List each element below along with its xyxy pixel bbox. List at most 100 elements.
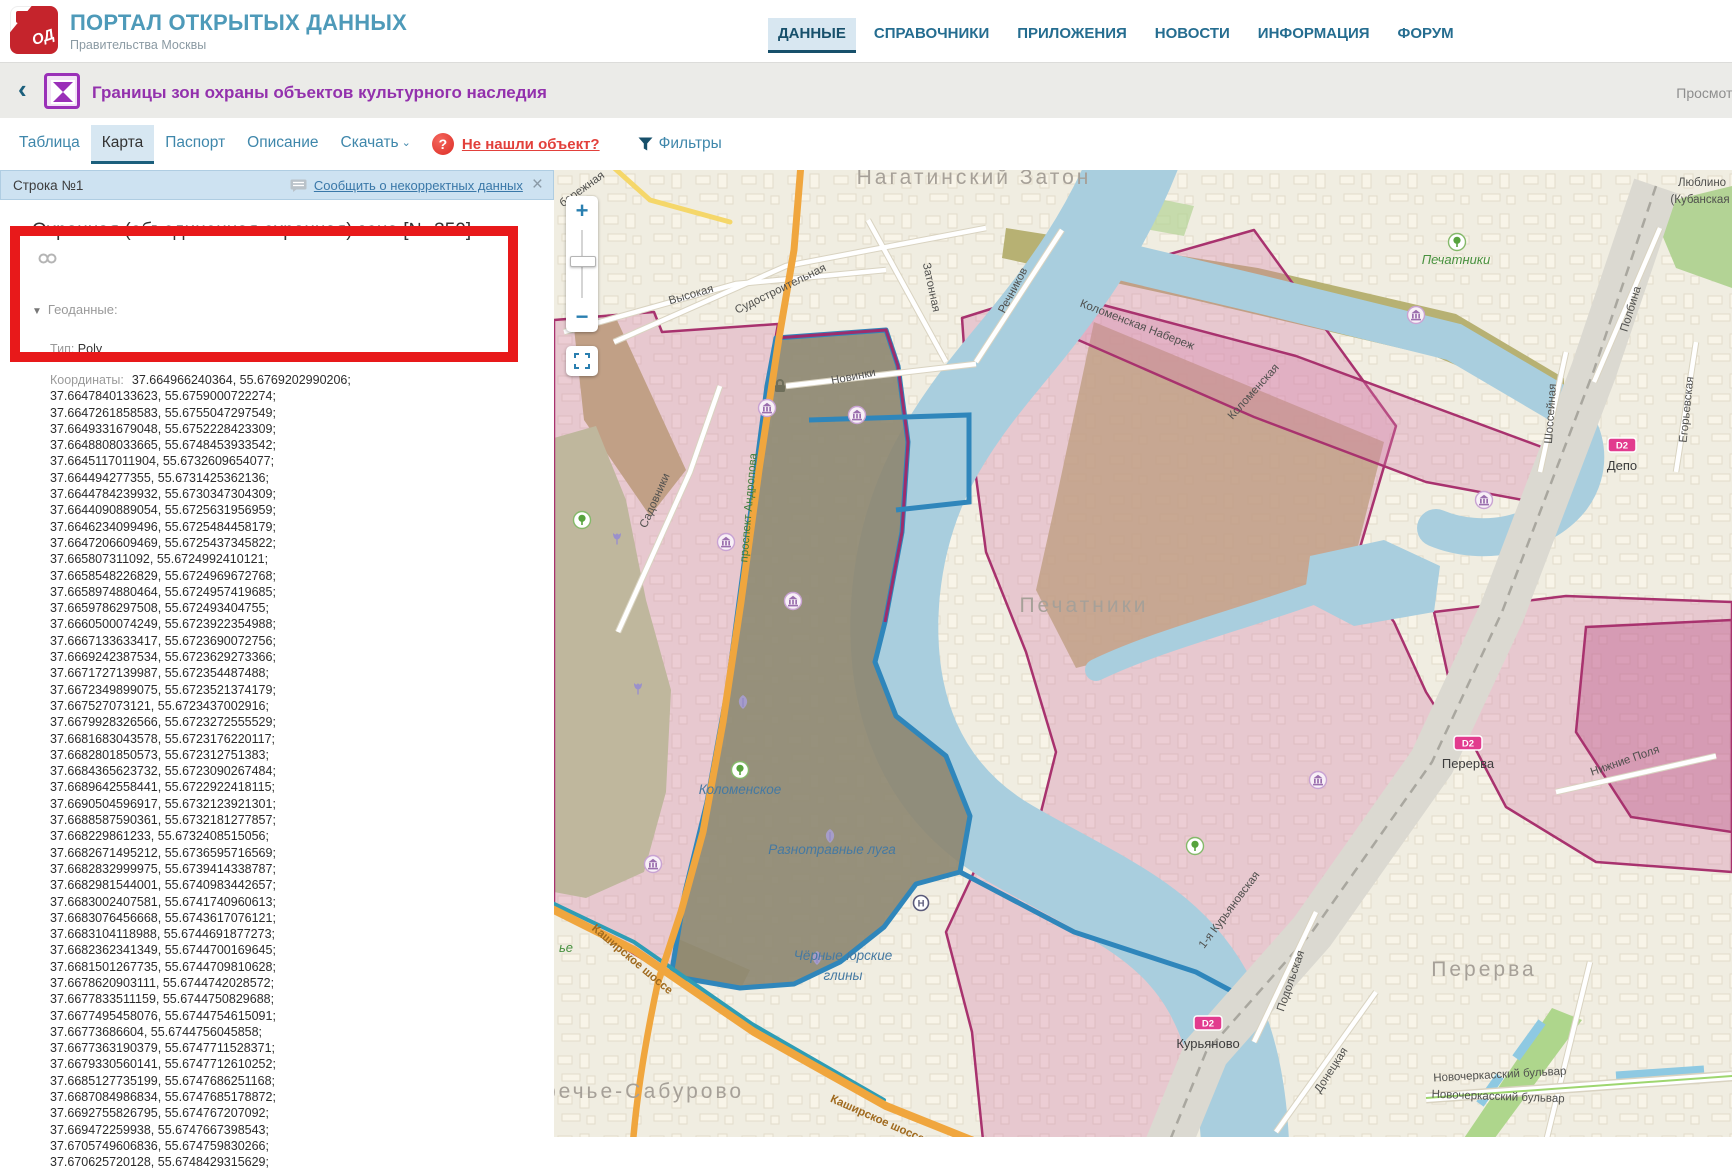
coordinate-line: 37.6682801850573, 55.672312751383; <box>50 747 480 763</box>
coordinate-line: 37.6647840133623, 55.6759000722274; <box>50 388 480 404</box>
coordinate-line: 37.6645117011904, 55.6732609654077; <box>50 453 480 469</box>
coordinate-line: 37.66773686604, 55.6744756045858; <box>50 1024 480 1040</box>
logo-abbr: ОД <box>30 26 56 49</box>
coordinate-line: 37.6678620903111, 55.6744742028572; <box>50 975 480 991</box>
coordinate-line: 37.6683076456668, 55.6743617076121; <box>50 910 480 926</box>
map-nature-label: Чёрные юрские <box>794 948 893 963</box>
tab[interactable]: Скачать ⌄ <box>330 125 422 164</box>
fullscreen-button[interactable] <box>566 346 598 376</box>
map-nature-label: глины <box>824 968 863 983</box>
coordinate-line: 37.6679330560141, 55.6747712610252; <box>50 1056 480 1072</box>
record-title: Охранная (объединенная охранная) зона [№… <box>32 218 472 272</box>
geodata-label: Геоданные: <box>48 302 118 317</box>
coordinate-line: 37.6682671495212, 55.6736595716569; <box>50 845 480 861</box>
geodata-toggle[interactable]: ▼Геоданные: <box>32 302 118 317</box>
zoom-out-button[interactable]: − <box>566 302 598 332</box>
map-canvas[interactable]: H <box>554 170 1732 1137</box>
tab[interactable]: Таблица <box>8 125 91 164</box>
coordinate-line: 37.6687084986834, 55.6747685178872; <box>50 1089 480 1105</box>
coordinate-line: 37.6677833511159, 55.6744750829688; <box>50 991 480 1007</box>
station-badge-text: D2 <box>1462 739 1474 750</box>
coordinate-line: 37.665807311092, 55.6724992410121; <box>50 551 480 567</box>
museum-icon <box>785 593 802 610</box>
zoom-slider-handle[interactable] <box>570 256 596 267</box>
top-nav-item[interactable]: ИНФОРМАЦИЯ <box>1248 18 1380 53</box>
dataset-icon[interactable] <box>44 73 80 109</box>
coordinate-line: 37.6658548226829, 55.6724969672768; <box>50 568 480 584</box>
coordinate-line: 37.6658974880464, 55.6724957419685; <box>50 584 480 600</box>
views-label: Просмотре <box>1676 85 1732 101</box>
portal-logo[interactable]: ОД ПОРТАЛ ОТКРЫТЫХ ДАННЫХ Правительства … <box>10 6 407 54</box>
help-icon[interactable]: ? <box>432 133 454 155</box>
hpad-icon <box>914 896 929 911</box>
record-title-text: Охранная (объединенная охранная) зона [№… <box>32 220 471 241</box>
tree-icon <box>1449 234 1466 251</box>
coordinate-line: 37.6705749606836, 55.674759830266; <box>50 1138 480 1154</box>
coordinate-line: 37.670625720128, 55.6748429315629; <box>50 1154 480 1170</box>
coordinate-line: 37.6684365623732, 55.6723090267484; <box>50 763 480 779</box>
top-nav-item[interactable]: ФОРУМ <box>1388 18 1464 53</box>
report-incorrect-data-link[interactable]: Сообщить о некорректных данных <box>314 178 523 193</box>
top-nav-item[interactable]: СПРАВОЧНИКИ <box>864 18 999 53</box>
map-district-label: Нагатинский Затон <box>857 170 1092 189</box>
map-street-label: Люблино <box>1678 177 1726 189</box>
tab[interactable]: Паспорт <box>154 125 236 164</box>
top-nav: ДАННЫЕСПРАВОЧНИКИПРИЛОЖЕНИЯНОВОСТИИНФОРМ… <box>768 18 1464 53</box>
coordinate-line: 37.6682832999975, 55.6739414338787; <box>50 861 480 877</box>
coordinate-line: 37.6690504596917, 55.6732123921301; <box>50 796 480 812</box>
coordinate-line: 37.6659786297508, 55.672493404755; <box>50 600 480 616</box>
coordinate-line: 37.6660500074249, 55.6723922354988; <box>50 616 480 632</box>
content: Строка №1 Сообщить о некорректных данных… <box>0 170 1732 1137</box>
coordinate-line: 37.6671727139987, 55.672354487488; <box>50 665 480 681</box>
back-button[interactable]: ‹ <box>18 75 27 103</box>
map-nature-label: Печатники <box>1422 252 1490 267</box>
station-name: Депо <box>1607 458 1637 473</box>
portal-subtitle: Правительства Москвы <box>70 38 407 52</box>
tab[interactable]: Описание <box>236 125 329 164</box>
coordinate-line: 37.6677363190379, 55.6747711528371; <box>50 1040 480 1056</box>
tree-icon <box>574 512 591 529</box>
coordinate-line: 37.6644784239932, 55.6730347304309; <box>50 486 480 502</box>
comment-icon <box>290 179 307 192</box>
coordinate-line: 37.6647206609469, 55.6725437345822; <box>50 535 480 551</box>
permalink-icon[interactable] <box>38 246 57 273</box>
coordinate-line: 37.669472259938, 55.6747667398543; <box>50 1122 480 1138</box>
top-nav-item[interactable]: ДАННЫЕ <box>768 18 856 53</box>
coordinate-line: 37.6647261858583, 55.6755047297549; <box>50 405 480 421</box>
map-zoom-control: + − <box>566 196 598 332</box>
filters-button[interactable]: Фильтры <box>638 135 722 153</box>
coordinate-line: 37.6683104118988, 55.6744691877273; <box>50 926 480 942</box>
filters-label: Фильтры <box>659 135 722 153</box>
coordinate-line: 37.6648808033665, 55.6748453933542; <box>50 437 480 453</box>
museum-icon <box>1310 772 1327 789</box>
map-nature-label: ье <box>559 940 573 955</box>
tree-icon <box>732 762 749 779</box>
logo-text: ПОРТАЛ ОТКРЫТЫХ ДАННЫХ Правительства Мос… <box>70 6 407 54</box>
row-label: Строка №1 <box>13 178 83 193</box>
breadcrumb-bar: ‹ Границы зон охраны объектов культурног… <box>0 62 1732 119</box>
coordinate-line: 37.6682981544001, 55.6740983442657; <box>50 877 480 893</box>
coordinate-line: 37.667527073121, 55.6723437002916; <box>50 698 480 714</box>
top-nav-item[interactable]: ПРИЛОЖЕНИЯ <box>1007 18 1137 53</box>
coordinate-line: 37.6683002407581, 55.6741740960613; <box>50 894 480 910</box>
museum-icon <box>718 534 735 551</box>
map-nature-label: Коломенское <box>699 782 782 797</box>
map-street-label: (Кубанская <box>1670 194 1729 206</box>
top-nav-item[interactable]: НОВОСТИ <box>1145 18 1240 53</box>
zoom-in-button[interactable]: + <box>566 196 598 226</box>
tree-icon <box>1187 838 1204 855</box>
close-icon[interactable]: × <box>530 176 545 194</box>
museum-icon <box>1408 307 1425 324</box>
coordinate-line: 37.6689642558441, 55.6722922418115; <box>50 779 480 795</box>
coordinate-line: 37.6646234099496, 55.6725484458179; <box>50 519 480 535</box>
tab[interactable]: Карта <box>91 125 154 164</box>
object-not-found-link[interactable]: Не нашли объект? <box>462 136 600 153</box>
coordinate-line: 37.6667133633417, 55.6723690072756; <box>50 633 480 649</box>
dataset-icon-glyph <box>50 79 76 105</box>
record-panel: Строка №1 Сообщить о некорректных данных… <box>0 170 554 1137</box>
panel-header-actions: Сообщить о некорректных данных × <box>290 176 553 194</box>
caret-down-icon: ⌄ <box>399 137 411 149</box>
record-panel-body: Охранная (объединенная охранная) зона [№… <box>0 200 554 1137</box>
zoom-slider[interactable] <box>566 226 598 302</box>
logo-cube-icon: ОД <box>10 6 58 54</box>
